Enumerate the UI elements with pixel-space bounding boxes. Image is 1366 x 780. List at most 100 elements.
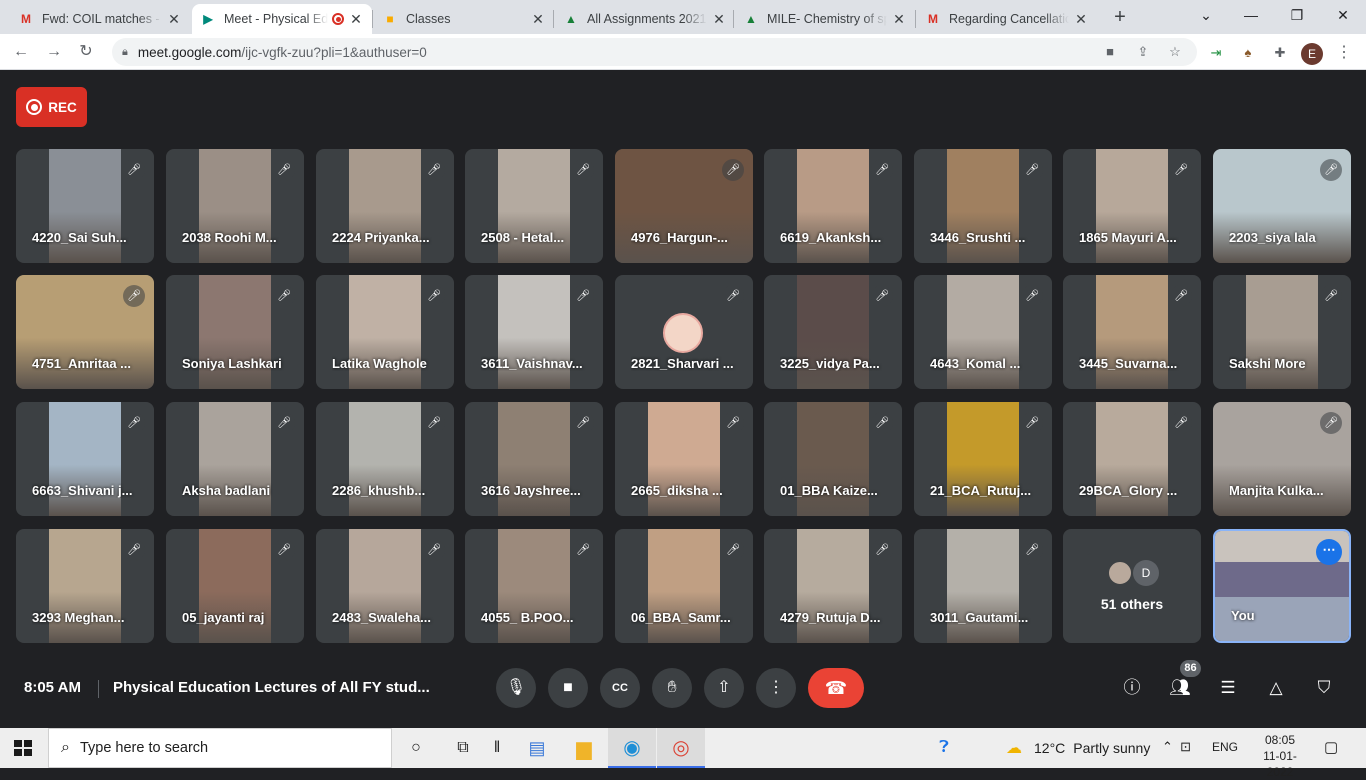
profile-avatar[interactable]: E [1301,43,1323,65]
taskbar-app-explorer[interactable]: ▆ [560,728,608,768]
close-window-icon[interactable]: ✕ [1320,0,1366,30]
browser-tab[interactable]: M Fwd: COIL matches - e ✕ [10,4,190,34]
browser-tab[interactable]: M Regarding Cancellatio ✕ [917,4,1097,34]
close-tab-icon[interactable]: ✕ [1073,11,1089,28]
browser-menu-icon[interactable]: ⋮ [1336,42,1352,62]
participant-tile[interactable]: 🎤︎ 3011_Gautami... [914,529,1052,643]
people-button[interactable]: 👥︎ [1167,675,1193,701]
bookmark-star-icon[interactable]: ☆ [1165,42,1185,62]
chevron-up-icon[interactable]: ⌃ [1162,739,1173,754]
more-options-icon[interactable]: ⋯ [1316,539,1342,565]
url-text[interactable]: meet.google.com/ijc-vgfk-zuu?pli=1&authu… [138,45,427,60]
participant-tile[interactable]: 🎤︎ 3616 Jayshree... [465,402,603,516]
browser-tab[interactable]: ▶ Meet - Physical Ed ✕ [192,4,372,34]
restore-icon[interactable]: ❐ [1274,0,1320,30]
participant-tile[interactable]: 🎤︎ 1865 Mayuri A... [1063,149,1201,263]
participant-tile[interactable]: 🎤︎ 3445_Suvarna... [1063,275,1201,389]
participant-tile[interactable]: 🎤︎ 4055_ B.POO... [465,529,603,643]
cortana-icon[interactable]: ○ [405,737,427,759]
more-options-button[interactable]: ⋮ [756,668,796,708]
participant-tile[interactable]: 🎤︎ Latika Waghole [316,275,454,389]
participant-tile[interactable]: 🎤︎ 4279_Rutuja D... [764,529,902,643]
language-indicator[interactable]: ENG [1212,740,1238,754]
chevron-down-icon[interactable]: ⌄ [1183,0,1229,30]
participant-tile[interactable]: 🎤︎ Sakshi More [1213,275,1351,389]
chat-button[interactable]: ☰ [1215,675,1241,701]
participant-tile[interactable]: 🎤︎ 2224 Priyanka... [316,149,454,263]
reload-icon[interactable]: ↻ [75,41,97,63]
taskbar-app-chrome[interactable]: ◎ [657,728,705,768]
participant-tile[interactable]: 🎤︎ 3446_Srushti ... [914,149,1052,263]
meeting-details-button[interactable]: ⓘ [1119,675,1145,701]
participant-tile[interactable]: 🎤︎ 4751_Amritaa ... [16,275,154,389]
windows-start-icon[interactable] [14,740,32,756]
weather-widget[interactable]: ☁︎ 12°C Partly sunny [1006,738,1150,758]
help-icon[interactable]: ❓︎ [933,737,955,759]
close-tab-icon[interactable]: ✕ [891,11,907,28]
participant-tile[interactable]: 🎤︎ 2821_Sharvari ... [615,275,753,389]
participant-tile[interactable]: 🎤︎ 3225_vidya Pa... [764,275,902,389]
participant-tile[interactable]: 🎤︎ 3293 Meghan... [16,529,154,643]
participant-tile[interactable]: 🎤︎ 4976_Hargun-... [615,149,753,263]
notifications-icon[interactable]: ▢ [1324,738,1338,756]
participant-tile[interactable]: 🎤︎ 4220_Sai Suh... [16,149,154,263]
lock-icon[interactable]: 🔒︎ [122,46,128,59]
participant-tile[interactable]: 🎤︎ 21_BCA_Rutuj... [914,402,1052,516]
participant-tile[interactable]: 🎤︎ 05_jayanti raj [166,529,304,643]
camera-blocked-icon[interactable]: ■ [1100,42,1120,62]
omnibox[interactable]: 🔒︎ meet.google.com/ijc-vgfk-zuu?pli=1&au… [112,38,1197,66]
participant-tile[interactable]: 🎤︎ 2665_diksha ... [615,402,753,516]
participant-tile[interactable]: 🎤︎ Manjita Kulka... [1213,402,1351,516]
extensions-puzzle-icon[interactable]: ✚ [1270,43,1290,63]
participant-tile[interactable]: 🎤︎ 06_BBA_Samr... [615,529,753,643]
camera-button[interactable]: ■ [548,668,588,708]
participant-tile[interactable]: 🎤︎ 2203_siya lala [1213,149,1351,263]
extension-arrow-icon[interactable]: ⇥ [1206,43,1226,63]
taskbar-app-pc[interactable]: ▤ [513,728,561,768]
extension-owl-icon[interactable]: ♠ [1238,43,1258,63]
activities-button[interactable]: △ [1263,675,1289,701]
close-tab-icon[interactable]: ✕ [348,11,364,28]
browser-tab[interactable]: ■ Classes ✕ [374,4,554,34]
close-tab-icon[interactable]: ✕ [530,11,546,28]
participant-tile[interactable]: 🎤︎ Aksha badlani [166,402,304,516]
present-screen-button[interactable]: ⇧ [704,668,744,708]
participant-tile[interactable]: 🎤︎ 3611_Vaishnav... [465,275,603,389]
taskbar-app-edge[interactable]: ◉ [608,728,656,768]
forward-icon[interactable]: → [43,41,65,63]
participant-tile[interactable]: 🎤︎ 4643_Komal ... [914,275,1052,389]
participant-tile[interactable]: 🎤︎ Soniya Lashkari [166,275,304,389]
participant-tile[interactable]: 🎤︎ 6663_Shivani j... [16,402,154,516]
recording-badge[interactable]: REC [16,87,87,127]
participant-tile[interactable]: 🎤︎ 01_BBA Kaize... [764,402,902,516]
share-icon[interactable]: ⇪ [1133,42,1153,62]
taskbar-search-box[interactable]: ⌕ Type here to search [48,728,392,768]
captions-button[interactable]: CC [600,668,640,708]
close-tab-icon[interactable]: ✕ [711,11,727,28]
participant-tile[interactable]: 🎤︎ 2508 - Hetal... [465,149,603,263]
system-tray[interactable]: ⌃ ⊡ [1162,739,1191,755]
weather-condition: Partly sunny [1073,740,1151,756]
browser-tab[interactable]: ▲ MILE- Chemistry of sp ✕ [735,4,915,34]
participant-tile[interactable]: 🎤︎ 6619_Akanksh... [764,149,902,263]
self-view-tile[interactable]: ⋯ You [1213,529,1351,643]
raise-hand-button[interactable]: ✋︎ [652,668,692,708]
host-controls-button[interactable]: ⛉ [1311,675,1337,701]
minimize-icon[interactable]: — [1228,0,1274,30]
task-view-icon[interactable]: ⧉ [452,737,474,759]
microphone-button[interactable]: 🎙︎ [496,668,536,708]
others-tile[interactable]: D 51 others [1063,529,1201,643]
participant-tile[interactable]: 🎤︎ 29BCA_Glory ... [1063,402,1201,516]
participant-tile[interactable]: 🎤︎ 2038 Roohi M... [166,149,304,263]
network-icon[interactable]: ⊡ [1180,739,1191,754]
participant-tile[interactable]: 🎤︎ 2286_khushb... [316,402,454,516]
browser-tab[interactable]: ▲ All Assignments 2021- ✕ [555,4,735,34]
participant-tile[interactable]: 🎤︎ 2483_Swaleha... [316,529,454,643]
close-tab-icon[interactable]: ✕ [166,11,182,28]
back-icon[interactable]: ← [10,41,32,63]
partly-sunny-icon: ☁︎ [1006,740,1022,757]
leave-call-button[interactable]: ☎︎ [808,668,864,708]
taskbar-clock[interactable]: 08:05 11-01-2022 [1250,732,1310,780]
new-tab-button[interactable]: + [1108,6,1132,28]
meeting-title[interactable]: Physical Education Lectures of All FY st… [113,679,430,696]
